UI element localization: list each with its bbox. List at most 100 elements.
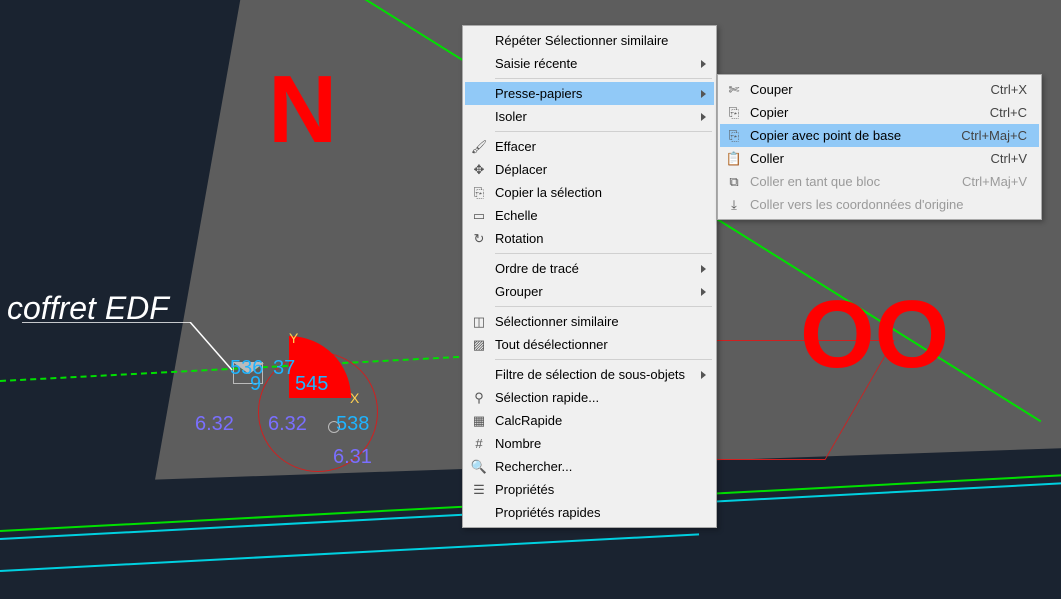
menu-quick-properties[interactable]: Propriétés rapides (465, 501, 714, 524)
menu-separator (495, 306, 712, 307)
menu-separator (495, 253, 712, 254)
menu-copy-selection[interactable]: ⎘ Copier la sélection (465, 181, 714, 204)
move-icon: ✥ (471, 162, 487, 178)
elevation-value: 6.32 (195, 413, 234, 436)
axis-y-label: Y (289, 330, 298, 346)
text-fragment: OO (800, 280, 949, 390)
menu-label: Saisie récente (495, 56, 693, 71)
submenu-arrow-icon (701, 60, 706, 68)
submenu-paste-as-block: ⧉ Coller en tant que bloc Ctrl+Maj+V (720, 170, 1039, 193)
menu-quickcalc[interactable]: ▦ CalcRapide (465, 409, 714, 432)
submenu-arrow-icon (701, 113, 706, 121)
search-icon: 🔍 (471, 459, 487, 475)
menu-rotate[interactable]: ↻ Rotation (465, 227, 714, 250)
axis-x-label: X (350, 390, 359, 406)
menu-label: Coller vers les coordonnées d'origine (750, 197, 1011, 212)
menu-label: Propriétés rapides (495, 505, 706, 520)
shortcut-label: Ctrl+X (991, 82, 1027, 97)
paste-block-icon: ⧉ (726, 174, 742, 190)
menu-label: Nombre (495, 436, 706, 451)
menu-label: Coller (750, 151, 975, 166)
menu-scale[interactable]: ▭ Echelle (465, 204, 714, 227)
elevation-value: 6.32 (268, 413, 307, 436)
copy-icon: ⎘ (726, 105, 742, 121)
menu-repeat[interactable]: Répéter Sélectionner similaire (465, 29, 714, 52)
submenu-copy[interactable]: ⎘ Copier Ctrl+C (720, 101, 1039, 124)
submenu-arrow-icon (701, 288, 706, 296)
copy-icon: ⎘ (471, 185, 487, 201)
shortcut-label: Ctrl+Maj+C (961, 128, 1027, 143)
point-number: 545 (295, 373, 328, 396)
shortcut-label: Ctrl+Maj+V (962, 174, 1027, 189)
menu-select-similar[interactable]: ◫ Sélectionner similaire (465, 310, 714, 333)
menu-erase[interactable]: 🖌 Effacer (465, 135, 714, 158)
menu-label: Propriétés (495, 482, 706, 497)
leader-line (22, 322, 262, 382)
submenu-arrow-icon (701, 371, 706, 379)
menu-label: Coller en tant que bloc (750, 174, 946, 189)
road-edge-line (0, 533, 699, 572)
submenu-arrow-icon (701, 90, 706, 98)
menu-label: Tout désélectionner (495, 337, 706, 352)
scale-icon: ▭ (471, 208, 487, 224)
copy-base-icon: ⎘ (726, 128, 742, 144)
menu-label: CalcRapide (495, 413, 706, 428)
point-number: 9 (250, 373, 261, 396)
menu-group[interactable]: Grouper (465, 280, 714, 303)
menu-label: Filtre de sélection de sous-objets (495, 367, 693, 382)
cut-icon: ✄ (726, 82, 742, 98)
deselect-icon: ▨ (471, 337, 487, 353)
north-letter: N (268, 55, 337, 165)
menu-draw-order[interactable]: Ordre de tracé (465, 257, 714, 280)
menu-label: Copier avec point de base (750, 128, 945, 143)
menu-move[interactable]: ✥ Déplacer (465, 158, 714, 181)
menu-count[interactable]: # Nombre (465, 432, 714, 455)
count-icon: # (471, 436, 487, 452)
properties-icon: ☰ (471, 482, 487, 498)
menu-clipboard[interactable]: Presse-papiers (465, 82, 714, 105)
erase-icon: 🖌 (471, 139, 487, 155)
menu-isolate[interactable]: Isoler (465, 105, 714, 128)
menu-separator (495, 131, 712, 132)
clipboard-submenu: ✄ Couper Ctrl+X ⎘ Copier Ctrl+C ⎘ Copier… (717, 74, 1042, 220)
menu-label: Répéter Sélectionner similaire (495, 33, 706, 48)
submenu-paste-to-original-coordinates: ⤓ Coller vers les coordonnées d'origine (720, 193, 1039, 216)
menu-label: Rechercher... (495, 459, 706, 474)
menu-label: Isoler (495, 109, 693, 124)
point-number: 37 (273, 357, 295, 380)
menu-label: Couper (750, 82, 975, 97)
menu-label: Déplacer (495, 162, 706, 177)
calculator-icon: ▦ (471, 413, 487, 429)
menu-label: Echelle (495, 208, 706, 223)
submenu-copy-with-base[interactable]: ⎘ Copier avec point de base Ctrl+Maj+C (720, 124, 1039, 147)
quick-select-icon: ⚲ (471, 390, 487, 406)
menu-label: Copier la sélection (495, 185, 706, 200)
shortcut-label: Ctrl+V (991, 151, 1027, 166)
paste-orig-icon: ⤓ (726, 197, 742, 213)
menu-deselect-all[interactable]: ▨ Tout désélectionner (465, 333, 714, 356)
menu-subobject-filter[interactable]: Filtre de sélection de sous-objets (465, 363, 714, 386)
menu-label: Presse-papiers (495, 86, 693, 101)
menu-recent-input[interactable]: Saisie récente (465, 52, 714, 75)
elevation-value: 6.31 (333, 446, 372, 469)
paste-icon: 📋 (726, 151, 742, 167)
submenu-paste[interactable]: 📋 Coller Ctrl+V (720, 147, 1039, 170)
menu-label: Sélectionner similaire (495, 314, 706, 329)
context-menu: Répéter Sélectionner similaire Saisie ré… (462, 25, 717, 528)
menu-label: Effacer (495, 139, 706, 154)
menu-separator (495, 359, 712, 360)
point-number: 538 (336, 413, 369, 436)
select-similar-icon: ◫ (471, 314, 487, 330)
menu-properties[interactable]: ☰ Propriétés (465, 478, 714, 501)
menu-label: Ordre de tracé (495, 261, 693, 276)
shortcut-label: Ctrl+C (990, 105, 1027, 120)
menu-label: Sélection rapide... (495, 390, 706, 405)
menu-label: Rotation (495, 231, 706, 246)
menu-quick-select[interactable]: ⚲ Sélection rapide... (465, 386, 714, 409)
submenu-cut[interactable]: ✄ Couper Ctrl+X (720, 78, 1039, 101)
menu-separator (495, 78, 712, 79)
rotate-icon: ↻ (471, 231, 487, 247)
menu-find[interactable]: 🔍 Rechercher... (465, 455, 714, 478)
submenu-arrow-icon (701, 265, 706, 273)
menu-label: Grouper (495, 284, 693, 299)
